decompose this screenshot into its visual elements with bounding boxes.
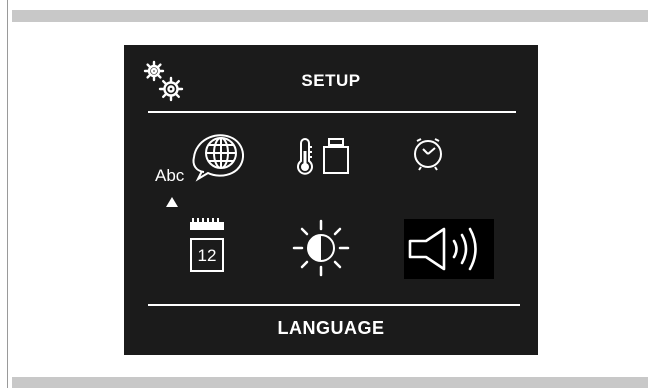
clock-icon [414,138,442,171]
brightness-icon [292,219,350,277]
language-abc-label: Abc [155,166,185,185]
title-divider [148,111,516,113]
menu-item-language[interactable]: Abc [152,121,260,211]
device-screen: SETUP Abc 12 LANGUAGE [124,45,538,355]
bottom-band [12,377,648,388]
footer-divider [148,304,520,306]
menu-item-units[interactable] [290,137,356,177]
menu-item-time[interactable] [410,135,446,171]
left-margin-rule [7,0,8,388]
status-label: LANGUAGE [277,318,385,338]
menu-item-brightness[interactable] [290,217,352,279]
cursor-triangle-icon [166,197,178,207]
thermometer-weight-icon [297,138,349,175]
menu-item-sound[interactable] [404,219,494,279]
speaker-icon [408,227,477,271]
calendar-day-label: 12 [197,246,217,265]
menu-item-date[interactable]: 12 [188,215,226,285]
top-band [12,10,648,22]
screen-title: SETUP [301,71,361,90]
